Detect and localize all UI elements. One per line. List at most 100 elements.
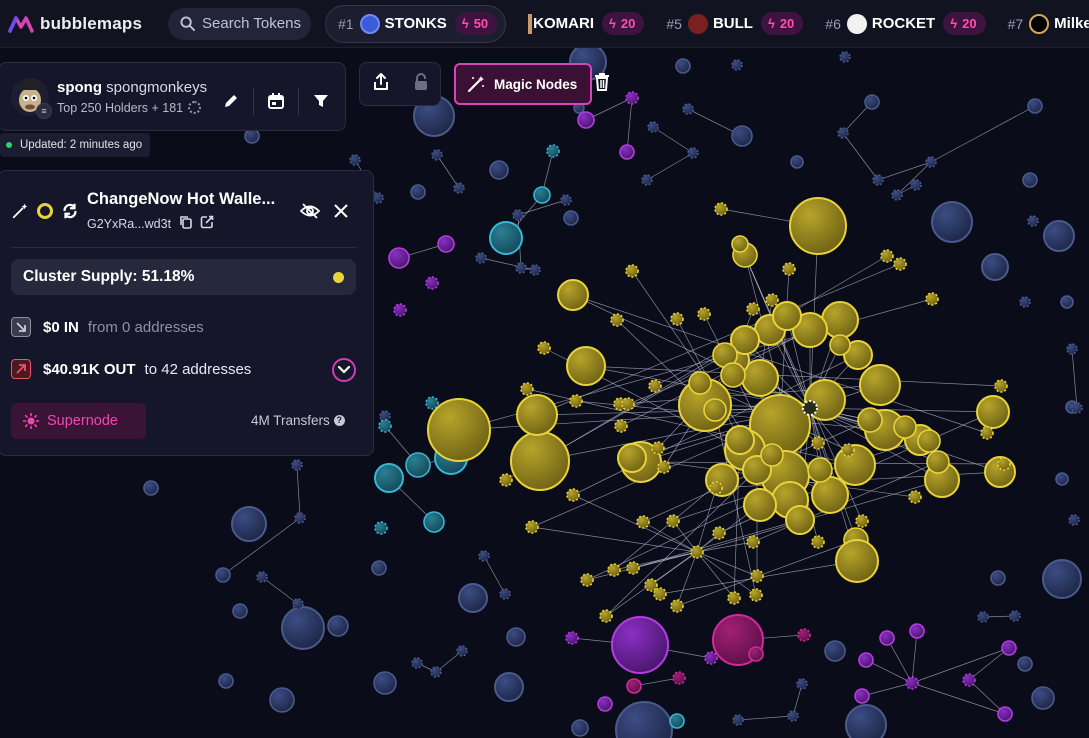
wallet-bubble[interactable] [910, 179, 922, 191]
wallet-bubble[interactable] [837, 127, 849, 139]
wallet-bubble[interactable] [909, 623, 925, 639]
wallet-bubble[interactable] [515, 262, 527, 274]
wallet-bubble[interactable] [405, 452, 431, 478]
wallet-bubble[interactable] [525, 520, 539, 534]
wallet-bubble[interactable] [731, 235, 749, 253]
wallet-bubble[interactable] [1022, 172, 1038, 188]
wallet-bubble[interactable] [785, 505, 815, 535]
wallet-bubble[interactable] [560, 194, 572, 206]
wallet-bubble[interactable] [520, 382, 534, 396]
selected-wallet-bubble[interactable] [802, 400, 818, 416]
wallet-bubble[interactable] [565, 631, 579, 645]
wallet-bubble[interactable] [977, 611, 989, 623]
wallet-bubble[interactable] [611, 616, 669, 674]
wallet-bubble[interactable] [597, 696, 613, 712]
wallet-bubble[interactable] [731, 125, 753, 147]
wallet-bubble[interactable] [569, 394, 583, 408]
wallet-bubble[interactable] [489, 160, 509, 180]
wallet-bubble[interactable] [714, 202, 728, 216]
wallet-bubble[interactable] [373, 671, 397, 695]
wallet-bubble[interactable] [688, 371, 712, 395]
wallet-bubble[interactable] [475, 252, 487, 264]
wallet-bubble[interactable] [893, 257, 907, 271]
wallet-bubble[interactable] [494, 672, 524, 702]
wallet-bubble[interactable] [388, 247, 410, 269]
wallet-bubble[interactable] [651, 441, 665, 455]
wallet-bubble[interactable] [619, 144, 635, 160]
wallet-bubble[interactable] [423, 511, 445, 533]
wallet-bubble[interactable] [1031, 686, 1055, 710]
wallet-bubble[interactable] [1060, 295, 1074, 309]
trending-token-5[interactable]: #5 BULL ϟ 20 [666, 12, 804, 35]
wallet-bubble[interactable] [829, 334, 851, 356]
wallet-bubble[interactable] [580, 573, 594, 587]
wallet-bubble[interactable] [256, 571, 268, 583]
wallet-bubble[interactable] [748, 646, 764, 662]
wallet-bubble[interactable] [372, 192, 384, 204]
wallet-bubble[interactable] [682, 103, 694, 115]
wallet-bubble[interactable] [294, 512, 306, 524]
wallet-bubble[interactable] [666, 514, 680, 528]
magic-nodes-button[interactable]: Magic Nodes [454, 63, 592, 105]
wallet-bubble[interactable] [571, 719, 589, 737]
wallet-bubble[interactable] [839, 51, 851, 63]
wallet-bubble[interactable] [641, 174, 653, 186]
wallet-bubble[interactable] [425, 396, 439, 410]
wallet-bubble[interactable] [760, 443, 784, 467]
wallet-bubble[interactable] [1009, 610, 1021, 622]
wallet-bubble[interactable] [720, 362, 746, 388]
wallet-bubble[interactable] [670, 312, 684, 326]
copy-icon[interactable] [179, 215, 192, 232]
calendar-icon[interactable] [266, 91, 286, 111]
trending-token-6[interactable]: #6 ROCKET ϟ 20 [825, 12, 986, 35]
wallet-bubble[interactable] [905, 676, 919, 690]
wallet-bubble[interactable] [811, 436, 825, 450]
wallet-bubble[interactable] [599, 609, 613, 623]
wallet-bubble[interactable] [566, 488, 580, 502]
wallet-bubble[interactable] [512, 209, 524, 221]
wallet-bubble[interactable] [615, 701, 673, 738]
wallet-bubble[interactable] [653, 587, 667, 601]
wallet-bubble[interactable] [690, 545, 704, 559]
wallet-bubble[interactable] [841, 443, 855, 457]
wallet-bubble[interactable] [437, 235, 455, 253]
close-icon[interactable] [333, 203, 349, 224]
wallet-bubble[interactable] [231, 506, 267, 542]
edit-pencil-icon[interactable] [221, 91, 241, 111]
wallet-bubble[interactable] [626, 678, 642, 694]
wallet-bubble[interactable] [712, 526, 726, 540]
wallet-bubble[interactable] [291, 459, 303, 471]
expand-chevron-down-icon[interactable] [332, 358, 356, 382]
wallet-bubble[interactable] [1068, 514, 1080, 526]
wallet-bubble[interactable] [1042, 559, 1082, 599]
wallet-bubble[interactable] [546, 144, 560, 158]
wallet-bubble[interactable] [431, 149, 443, 161]
wallet-bubble[interactable] [857, 407, 883, 433]
wallet-bubble[interactable] [893, 415, 917, 439]
wallet-bubble[interactable] [533, 186, 551, 204]
wallet-bubble[interactable] [378, 419, 392, 433]
wallet-bubble[interactable] [727, 591, 741, 605]
wallet-bubble[interactable] [1017, 656, 1033, 672]
wallet-bubble[interactable] [824, 640, 846, 662]
wallet-bubble[interactable] [232, 603, 248, 619]
lock-icon[interactable] [413, 72, 429, 97]
wallet-bubble[interactable] [529, 264, 541, 276]
wallet-bubble[interactable] [648, 379, 662, 393]
wallet-bubble[interactable] [557, 279, 589, 311]
wallet-bubble[interactable] [292, 598, 304, 610]
wallet-bubble[interactable] [425, 276, 439, 290]
wallet-bubble[interactable] [244, 128, 260, 144]
wallet-bubble[interactable] [393, 303, 407, 317]
wallet-bubble[interactable] [379, 410, 391, 422]
wallet-bubble[interactable] [981, 253, 1009, 281]
wallet-bubble[interactable] [510, 431, 570, 491]
wallet-bubble[interactable] [672, 671, 686, 685]
hide-eye-icon[interactable] [299, 202, 321, 225]
wallet-bubble[interactable] [980, 426, 994, 440]
wallet-bubble[interactable] [218, 673, 234, 689]
wallet-bubble[interactable] [430, 666, 442, 678]
wallet-bubble[interactable] [1043, 220, 1075, 252]
wallet-bubble[interactable] [614, 419, 628, 433]
wallet-bubble[interactable] [731, 59, 743, 71]
